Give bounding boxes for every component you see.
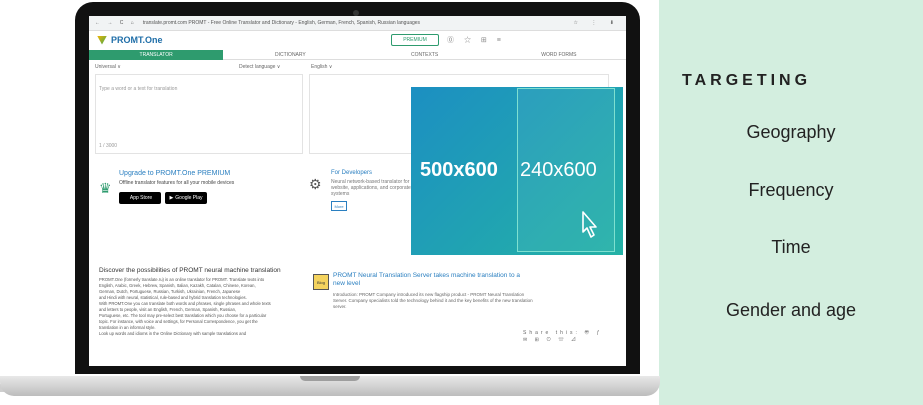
ad-small-label: 240x600 <box>520 159 597 181</box>
tab-dictionary[interactable]: DICTIONARY <box>223 50 358 60</box>
browser-nav-icons[interactable]: ← → C ⌂ <box>95 20 137 26</box>
targeting-item-frequency: Frequency <box>748 180 834 200</box>
developers-subtitle: Neural network-based translator for webs… <box>331 179 411 197</box>
discover-section: Discover the possibilities of PROMT neur… <box>99 267 304 363</box>
pointer-cursor-icon <box>582 211 597 238</box>
promt-logo-icon <box>97 35 107 45</box>
upgrade-subtitle: Offline translator features for all your… <box>119 180 235 186</box>
tab-translator[interactable]: TRANSLATOR <box>89 50 224 60</box>
tab-contexts[interactable]: CONTEXTS <box>357 50 492 60</box>
play-icon: ▶ <box>169 195 174 201</box>
developers-title[interactable]: For Developers <box>331 170 372 176</box>
browser-url[interactable]: translate.promt.com PROMT - Free Online … <box>143 20 420 26</box>
browser-address-bar[interactable]: ← → C ⌂ translate.promt.com PROMT - Free… <box>89 16 626 31</box>
developers-more-button[interactable]: More <box>331 201 347 211</box>
browser-toolbar-icons[interactable]: ☆ ⋮ ⬇ <box>574 20 620 26</box>
source-language-select[interactable]: Detect language ∨ <box>239 64 280 70</box>
laptop-notch <box>300 376 360 381</box>
news-title[interactable]: PROMT Neural Translation Server takes ma… <box>333 272 533 288</box>
header-icons[interactable]: ⓪ ☆ ⊞ ≡ <box>447 35 505 45</box>
char-counter: 1 / 3000 <box>99 143 118 149</box>
discover-line: Look up words and idioms in the Online D… <box>99 331 247 336</box>
upgrade-title[interactable]: Upgrade to PROMT.One PREMIUM <box>119 170 230 177</box>
premium-button[interactable]: PREMIUM <box>391 34 439 46</box>
main-tabs: TRANSLATOR DICTIONARY CONTEXTS WORD FORM… <box>89 50 626 60</box>
gear-icon: ⚙ <box>309 176 322 192</box>
tab-word-forms[interactable]: WORD FORMS <box>491 50 626 60</box>
target-language-select[interactable]: English ∨ <box>311 64 332 70</box>
targeting-item-geography: Geography <box>746 122 836 142</box>
upgrade-premium-block: ♛ Upgrade to PROMT.One PREMIUM Offline t… <box>95 158 303 218</box>
logo-text: PROMT.One <box>111 35 163 45</box>
ad-big-label: 500x600 <box>420 159 498 181</box>
source-placeholder: Type a word or a text for translation <box>99 86 178 92</box>
targeting-item-gender-age: Gender and age <box>725 300 857 320</box>
share-icons[interactable]: Share this: 〠 ƒ ✉ ⊞ ⊙ ☏ ⊿ <box>523 329 609 343</box>
news-block: Blog PROMT Neural Translation Server tak… <box>309 268 609 363</box>
crown-icon: ♛ <box>99 180 112 196</box>
app-header: PROMT.One PREMIUM ⓪ ☆ ⊞ ≡ <box>89 31 626 49</box>
topic-select[interactable]: Universal ∨ <box>95 64 121 70</box>
targeting-panel-background <box>659 0 923 405</box>
language-row: Universal ∨ Detect language ∨ English ∨ <box>89 62 626 72</box>
news-text: Introduction: PROMT Company introduced i… <box>333 292 533 309</box>
google-play-button[interactable]: ▶ Google Play <box>165 192 207 204</box>
promt-logo[interactable]: PROMT.One <box>97 35 163 45</box>
source-text-area[interactable]: Type a word or a text for translation 1 … <box>95 74 303 154</box>
app-store-button[interactable]: App Store <box>119 192 161 204</box>
targeting-item-time: Time <box>771 237 811 257</box>
blog-icon: Blog <box>313 274 329 290</box>
targeting-title: TARGETING <box>682 72 812 89</box>
discover-title: Discover the possibilities of PROMT neur… <box>99 267 281 274</box>
